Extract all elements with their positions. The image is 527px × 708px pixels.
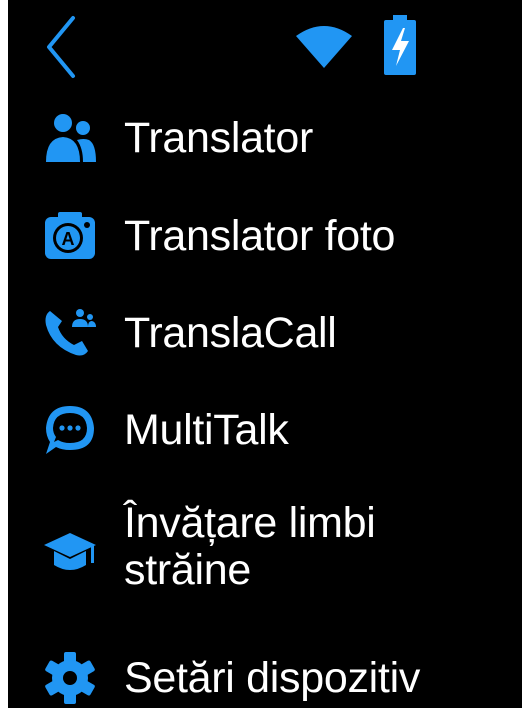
gear-icon xyxy=(42,650,98,706)
menu-item-label: Setări dispozitiv xyxy=(124,654,421,702)
menu-item-label: TranslaCall xyxy=(124,309,337,357)
camera-translate-icon: A xyxy=(42,208,98,264)
menu-item-translacall[interactable]: TranslaCall xyxy=(8,303,522,363)
app-screen: Translator A Translator foto TranslaCall… xyxy=(8,0,522,708)
menu-item-setari-dispozitiv[interactable]: Setări dispozitiv xyxy=(8,648,522,708)
menu-item-label: Învățare limbi străine xyxy=(124,499,376,594)
chat-bubble-icon xyxy=(42,402,98,458)
menu-item-translator[interactable]: Translator xyxy=(8,108,522,168)
graduation-cap-icon xyxy=(42,525,98,581)
battery-charging-icon xyxy=(382,15,418,75)
menu-item-label: MultiTalk xyxy=(124,406,289,454)
svg-text:A: A xyxy=(62,229,75,249)
menu-item-multitalk[interactable]: MultiTalk xyxy=(8,400,522,460)
menu-item-invatare-limbi-straine[interactable]: Învățare limbi străine xyxy=(8,498,522,608)
users-icon xyxy=(42,110,98,166)
top-bar xyxy=(8,0,522,90)
back-button[interactable] xyxy=(42,14,82,80)
wifi-icon xyxy=(295,24,353,70)
chevron-left-icon xyxy=(47,16,75,78)
phone-call-group-icon xyxy=(42,305,98,361)
menu-item-label: Translator xyxy=(124,114,313,162)
menu-item-label: Translator foto xyxy=(124,212,396,260)
menu-item-translator-foto[interactable]: A Translator foto xyxy=(8,206,522,266)
